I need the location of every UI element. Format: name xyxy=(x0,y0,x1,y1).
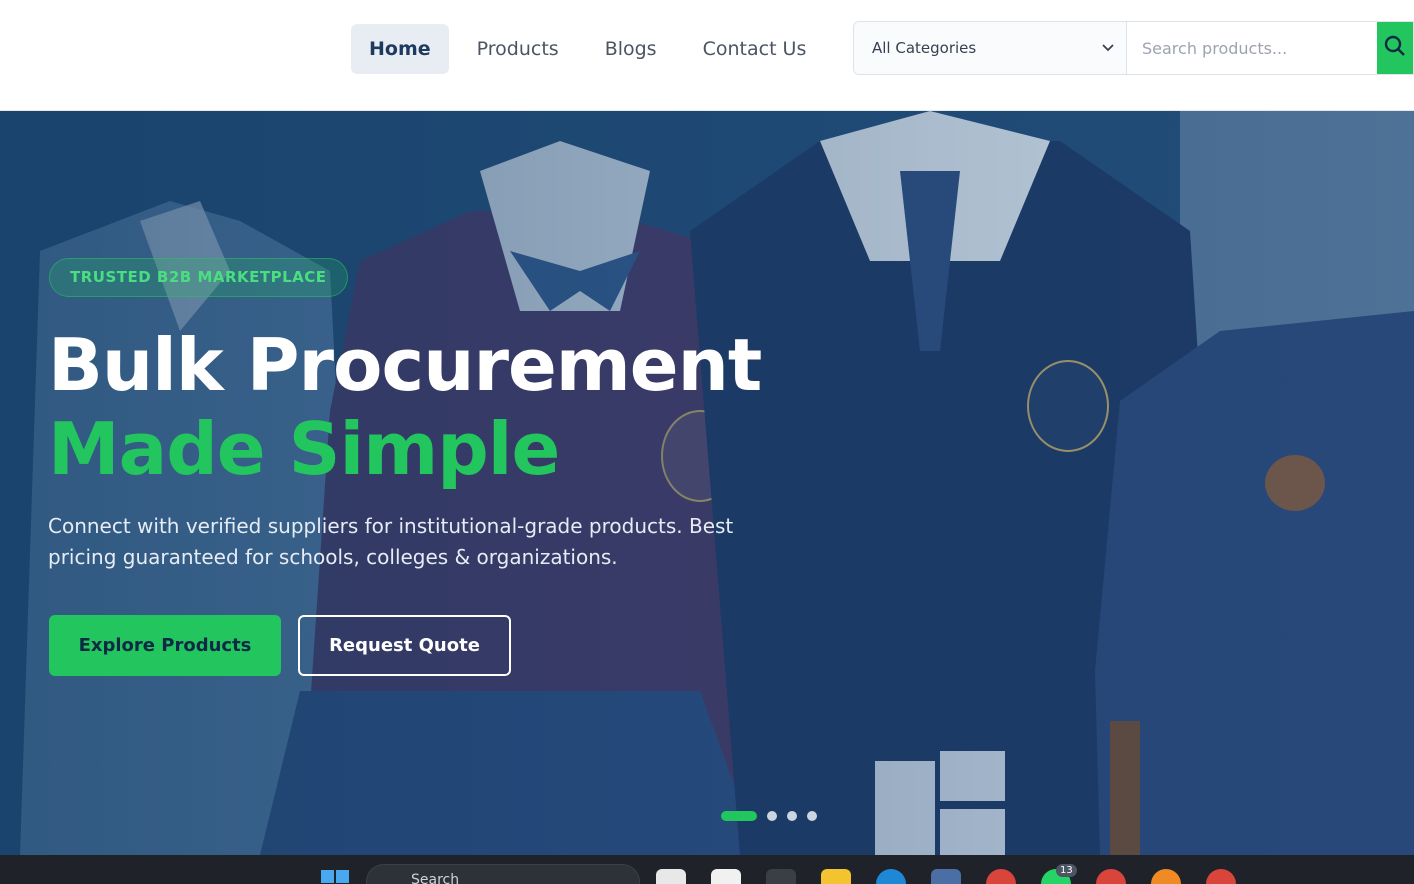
request-quote-button[interactable]: Request Quote xyxy=(298,615,511,676)
search-bar: All Categories Search products... xyxy=(853,21,1414,75)
chrome-icon[interactable] xyxy=(986,869,1016,884)
app-pie-icon[interactable] xyxy=(1151,869,1181,884)
search-input[interactable]: Search products... xyxy=(1127,22,1377,74)
hero-section: TRUSTED B2B MARKETPLACE Bulk Procurement… xyxy=(0,111,1414,855)
carousel-dot-1[interactable] xyxy=(721,811,757,821)
chevron-down-icon xyxy=(1102,41,1114,56)
category-select-value: All Categories xyxy=(872,39,977,57)
nav-home[interactable]: Home xyxy=(351,24,449,74)
category-select[interactable]: All Categories xyxy=(854,22,1127,74)
notification-count-badge: 13 xyxy=(1056,864,1077,877)
postgres-app-icon[interactable] xyxy=(931,869,961,884)
nav-blogs[interactable]: Blogs xyxy=(587,24,675,74)
hero-title-highlight: Made Simple xyxy=(48,407,560,491)
chrome-profile-2-icon[interactable] xyxy=(1206,869,1236,884)
chrome-profile-icon[interactable] xyxy=(1096,869,1126,884)
search-button[interactable] xyxy=(1377,22,1413,74)
taskbar-search-input[interactable]: Search xyxy=(366,864,640,884)
search-icon xyxy=(1384,35,1406,61)
task-view-icon[interactable] xyxy=(656,869,686,884)
windows-start-icon[interactable] xyxy=(320,869,350,884)
os-taskbar: Search 13 xyxy=(0,855,1414,884)
hero-subtitle: Connect with verified suppliers for inst… xyxy=(48,514,734,569)
hero-title: Bulk Procurement xyxy=(48,323,762,407)
terminal-app-icon[interactable] xyxy=(766,869,796,884)
carousel-dot-3[interactable] xyxy=(787,811,797,821)
file-explorer-icon[interactable] xyxy=(821,869,851,884)
main-nav: Home Products Blogs Contact Us xyxy=(351,24,834,74)
nav-contact-us[interactable]: Contact Us xyxy=(685,24,825,74)
calendar-app-icon[interactable] xyxy=(711,869,741,884)
nav-products[interactable]: Products xyxy=(459,24,577,74)
hero-badge: TRUSTED B2B MARKETPLACE xyxy=(49,258,348,297)
explore-products-button[interactable]: Explore Products xyxy=(49,615,281,676)
carousel-dot-2[interactable] xyxy=(767,811,777,821)
edge-browser-icon[interactable] xyxy=(876,869,906,884)
site-header: Home Products Blogs Contact Us All Categ… xyxy=(0,0,1414,111)
carousel-dots xyxy=(721,811,817,821)
carousel-dot-4[interactable] xyxy=(807,811,817,821)
